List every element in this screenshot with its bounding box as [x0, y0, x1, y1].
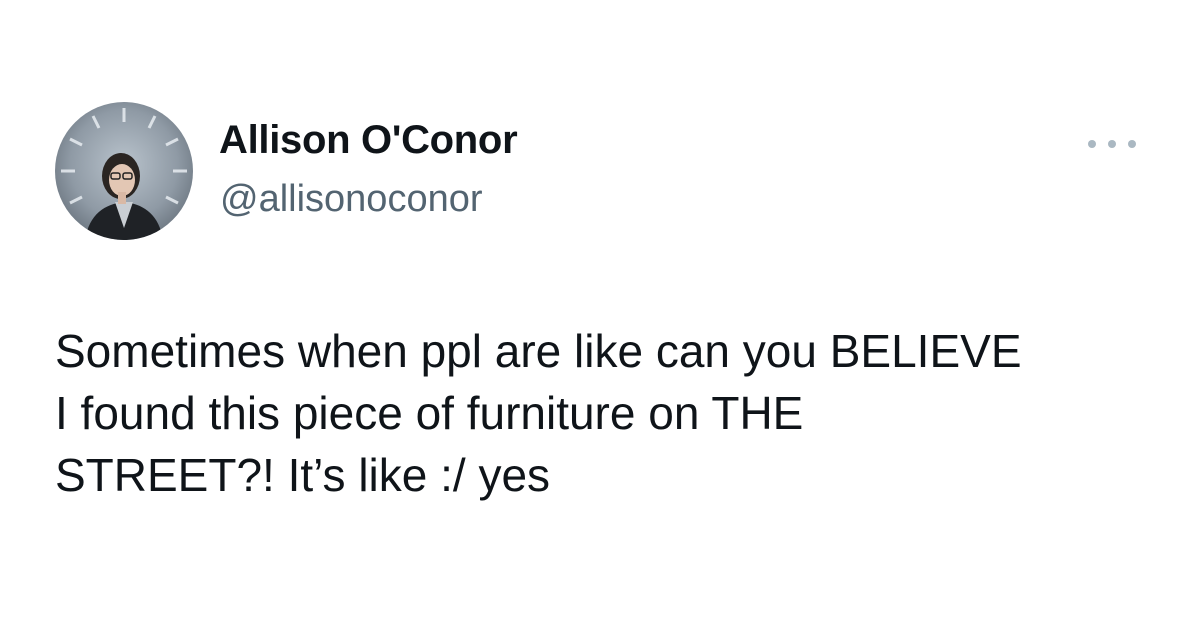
- avatar-photo: [55, 102, 193, 240]
- tweet-text-line: I found this piece of furniture on THE: [55, 387, 804, 439]
- more-dot: [1108, 140, 1116, 148]
- author-display-name[interactable]: Allison O'Conor: [219, 118, 518, 163]
- tweet-text-line: Sometimes when ppl are like can you BELI…: [55, 325, 1022, 377]
- more-options-icon[interactable]: [1088, 132, 1136, 156]
- tweet-card: Allison O'Conor @allisonoconor Sometimes…: [0, 0, 1200, 628]
- author-avatar[interactable]: [55, 102, 193, 240]
- tweet-text: Sometimes when ppl are like can you BELI…: [55, 320, 1155, 506]
- more-dot: [1128, 140, 1136, 148]
- tweet-text-line: STREET?! It’s like :/ yes: [55, 449, 551, 501]
- more-dot: [1088, 140, 1096, 148]
- author-handle[interactable]: @allisonoconor: [220, 178, 483, 221]
